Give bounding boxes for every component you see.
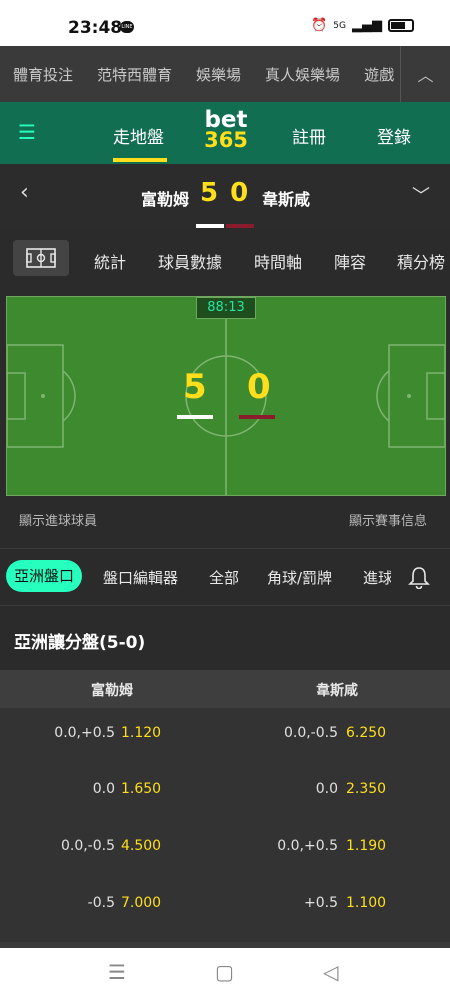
battery-icon — [388, 19, 414, 32]
pitch-icon — [26, 248, 56, 268]
signal-icon: ▂▄▆ — [352, 18, 382, 33]
login-button[interactable]: 登錄 — [377, 123, 411, 148]
home-odds[interactable]: 1.120 — [121, 725, 161, 741]
pitch-view-button[interactable] — [13, 240, 69, 276]
away-odds[interactable]: 6.250 — [346, 725, 386, 741]
recents-icon[interactable]: ☰ — [108, 960, 126, 984]
field-home-kit-bar — [177, 415, 213, 419]
odds-row: 0.0,-0.5 4.500 0.0,+0.5 1.190 — [0, 821, 450, 877]
home-handicap[interactable]: 0.0,+0.5 — [54, 725, 115, 741]
back-icon[interactable]: ◁ — [323, 960, 338, 984]
live-betting-tab[interactable]: 走地盤 — [113, 123, 164, 148]
field-away-kit-bar — [239, 415, 275, 419]
home-odds[interactable]: 4.500 — [121, 838, 161, 854]
away-column-header: 韋斯咸 — [316, 683, 358, 699]
tab-asian-handicap[interactable]: 亞洲盤口 — [6, 560, 83, 592]
home-handicap[interactable]: -0.5 — [88, 895, 115, 911]
field-away-score: 0 — [247, 367, 271, 407]
away-odds[interactable]: 1.100 — [346, 895, 386, 911]
away-odds[interactable]: 2.350 — [346, 781, 386, 797]
match-tabs: 統計 球員數據 時間軸 陣容 積分榜 — [0, 236, 450, 284]
show-goalscorers-link[interactable]: 顯示進球球員 — [19, 510, 97, 529]
system-icons: ⏰ 5G ▂▄▆ — [311, 18, 414, 33]
odds-row: 0.0,+0.5 1.120 0.0,-0.5 6.250 — [0, 708, 450, 764]
home-kit-bar — [196, 224, 224, 228]
tab-goals[interactable]: 進球 — [363, 567, 391, 588]
tab-corners-cards[interactable]: 角球/罰牌 — [267, 567, 332, 588]
match-header: ‹ 富勒姆 50 韋斯咸 ﹀ — [0, 164, 450, 228]
tab-timeline[interactable]: 時間軸 — [254, 249, 302, 273]
odds-table: 0.0,+0.5 1.120 0.0,-0.5 6.250 0.0 1.650 … — [0, 708, 450, 942]
away-team-name: 韋斯咸 — [262, 190, 311, 209]
sport-nav: 體育投注 范特西體育 娛樂場 真人娛樂場 遊戲 ︿ — [0, 46, 450, 102]
away-kit-bar — [226, 224, 254, 228]
chevron-up-icon[interactable]: ︿ — [400, 46, 450, 102]
home-team-name: 富勒姆 — [141, 190, 190, 209]
tab-stats[interactable]: 統計 — [94, 249, 126, 273]
bell-icon[interactable] — [408, 565, 430, 589]
odds-row: 0.0 1.650 0.0 2.350 — [0, 764, 450, 820]
chevron-down-icon[interactable]: ﹀ — [412, 182, 430, 208]
pitch-visualization: 88:13 5 0 — [6, 296, 446, 496]
market-title: 亞洲讓分盤(5-0) — [14, 633, 146, 653]
home-handicap[interactable]: 0.0 — [93, 781, 115, 797]
alarm-icon: ⏰ — [311, 18, 328, 33]
home-score: 5 — [200, 178, 231, 208]
hamburger-icon[interactable]: ☰ — [18, 120, 36, 144]
away-handicap[interactable]: 0.0,+0.5 — [277, 838, 338, 854]
home-handicap[interactable]: 0.0,-0.5 — [61, 838, 115, 854]
home-icon[interactable]: ▢ — [215, 960, 234, 984]
line-app-icon: LINE — [120, 21, 134, 33]
odds-row: -0.5 7.000 +0.5 1.100 — [0, 878, 450, 934]
tab-lineups[interactable]: 陣容 — [334, 249, 366, 273]
away-handicap[interactable]: 0.0 — [316, 781, 338, 797]
away-score: 0 — [230, 178, 261, 208]
status-bar: 23:48 LINE ⏰ 5G ▂▄▆ — [0, 0, 450, 46]
logo-bottom: 365 — [204, 128, 248, 152]
logo-top: bet — [204, 107, 248, 133]
tab-all[interactable]: 全部 — [209, 567, 239, 588]
tab-player-stats[interactable]: 球員數據 — [158, 249, 222, 273]
market-header[interactable]: 亞洲讓分盤(5-0) — [0, 606, 450, 670]
bet365-logo[interactable]: bet 365 — [200, 107, 252, 152]
chevron-left-icon[interactable]: ‹ — [20, 180, 29, 205]
show-match-info-link[interactable]: 顯示賽事信息 — [349, 510, 427, 529]
sport-nav-item[interactable]: 體育投注 — [13, 64, 73, 85]
status-time: 23:48 — [68, 18, 123, 38]
home-column-header: 富勒姆 — [91, 683, 133, 699]
home-odds[interactable]: 1.650 — [121, 781, 161, 797]
market-column-headers: 富勒姆 韋斯咸 — [0, 670, 450, 708]
tab-bet-builder[interactable]: 盤口編輯器 — [103, 567, 178, 588]
active-tab-indicator — [113, 158, 167, 162]
pitch-lines — [7, 297, 445, 495]
match-clock: 88:13 — [196, 297, 256, 319]
sport-nav-item[interactable]: 真人娛樂場 — [265, 64, 340, 85]
sport-nav-items: 體育投注 范特西體育 娛樂場 真人娛樂場 遊戲 — [0, 64, 400, 85]
android-nav-bar: ☰ ▢ ◁ — [0, 948, 450, 1000]
sport-nav-item[interactable]: 娛樂場 — [196, 64, 241, 85]
match-score: 50 — [200, 178, 260, 208]
tab-standings[interactable]: 積分榜 — [397, 249, 445, 273]
register-button[interactable]: 註冊 — [292, 123, 326, 148]
away-handicap[interactable]: 0.0,-0.5 — [284, 725, 338, 741]
sport-nav-item[interactable]: 遊戲 — [364, 64, 394, 85]
home-odds[interactable]: 7.000 — [121, 895, 161, 911]
main-header: ☰ 走地盤 bet 365 註冊 登錄 — [0, 102, 450, 164]
sport-nav-item[interactable]: 范特西體育 — [97, 64, 172, 85]
away-odds[interactable]: 1.190 — [346, 838, 386, 854]
away-handicap[interactable]: +0.5 — [304, 895, 338, 911]
network-label: 5G — [333, 20, 346, 31]
market-tabs: 亞洲盤口 盤口編輯器 全部 角球/罰牌 進球 — [0, 548, 450, 606]
field-home-score: 5 — [183, 367, 207, 407]
